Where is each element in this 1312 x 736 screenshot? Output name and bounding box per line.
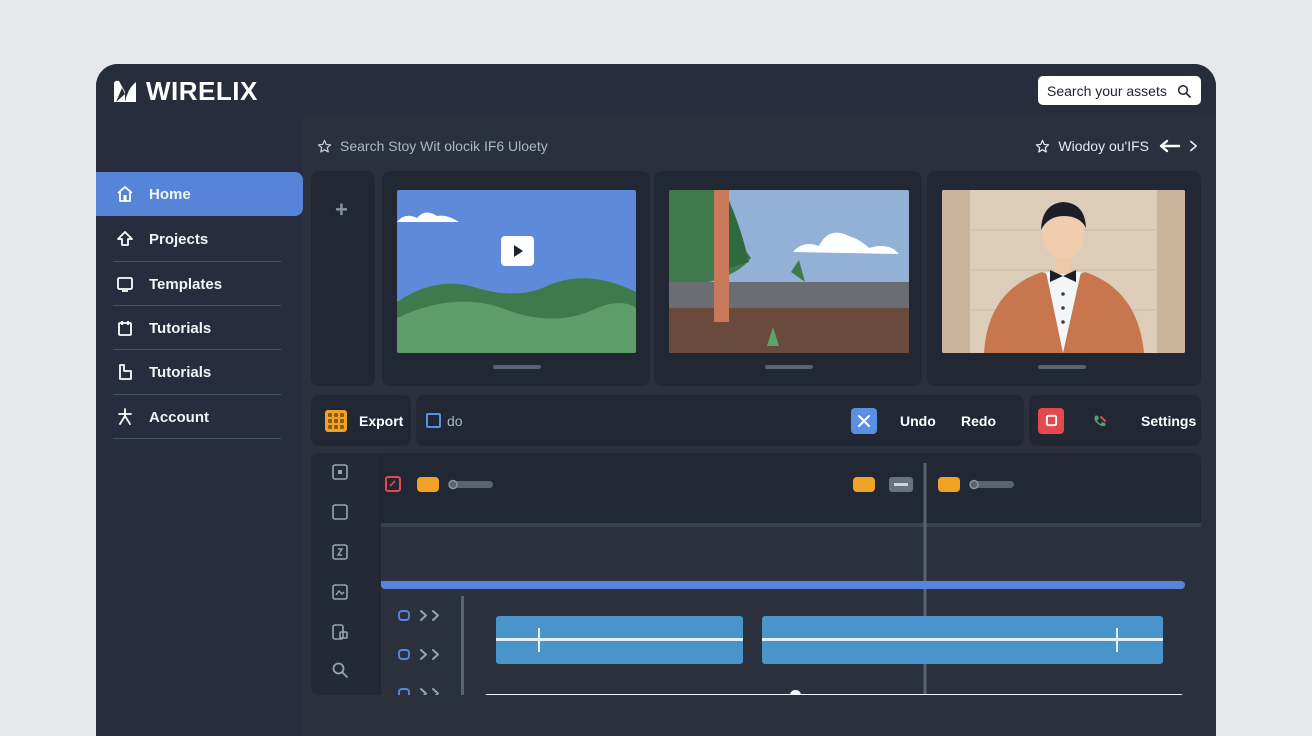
drag-handle[interactable]	[493, 365, 541, 369]
thumbnail-portrait	[942, 190, 1185, 353]
square-icon	[1038, 407, 1064, 434]
lock-icon[interactable]	[331, 623, 349, 641]
sidebar-item-tutorials-2[interactable]: Tutorials	[96, 350, 303, 394]
checkbox-label: do	[447, 412, 463, 429]
sidebar-item-label: Account	[149, 408, 209, 426]
phone-button[interactable]	[1092, 395, 1108, 446]
square-icon[interactable]	[331, 503, 349, 521]
edit-toolbar: do Undo Redo	[416, 395, 1024, 446]
breadcrumb-right[interactable]: Wiodoy ou'IFS	[1035, 138, 1198, 154]
image-icon[interactable]	[331, 583, 349, 601]
breadcrumb: Search Stoy Wit olocik IF6 Uloety Wiodoy…	[303, 116, 1216, 172]
search-icon[interactable]	[331, 661, 349, 679]
media-thumbnail[interactable]	[927, 171, 1201, 386]
drag-handle[interactable]	[1038, 365, 1086, 369]
layer-icon[interactable]	[331, 463, 349, 481]
app-window: WIRELIX Search your assets Home Projects	[96, 64, 1216, 736]
track-controls	[397, 609, 445, 695]
add-media-panel[interactable]: +	[311, 171, 375, 386]
search-icon	[1177, 84, 1191, 98]
thumbnail-landscape	[397, 190, 636, 353]
chevron-right-icon[interactable]	[1189, 139, 1198, 153]
upload-arrow-icon	[117, 231, 133, 246]
clip-waveline	[496, 638, 743, 641]
sidebar-item-projects[interactable]: Projects	[96, 217, 303, 261]
timeline-panel	[311, 453, 1201, 695]
plus-icon: +	[335, 197, 348, 222]
bookmark-icon	[119, 364, 132, 380]
do-checkbox[interactable]: do	[426, 395, 463, 446]
text-box-icon[interactable]	[331, 543, 349, 561]
export-group: Export	[311, 395, 411, 446]
breadcrumb-left-text: Search Stoy Wit olocik IF6 Uloety	[340, 138, 548, 154]
timeline-track-area	[381, 453, 1201, 695]
record-button[interactable]	[1038, 395, 1064, 446]
track-row-controls[interactable]	[397, 609, 445, 695]
settings-group: Settings	[1029, 395, 1201, 446]
checkbox-icon	[426, 413, 441, 428]
close-button[interactable]	[851, 395, 877, 446]
sidebar-item-label: Templates	[149, 275, 223, 293]
phone-icon	[1094, 415, 1106, 426]
settings-label: Settings	[1141, 412, 1197, 429]
sidebar-item-label: Tutorials	[149, 363, 212, 381]
export-label: Export	[359, 412, 404, 429]
portrait-image	[942, 190, 1185, 353]
thumbnail-forest	[669, 190, 909, 353]
clip-trim-handle[interactable]	[538, 628, 540, 652]
arrow-left-icon[interactable]	[1157, 138, 1181, 154]
divider	[113, 438, 281, 439]
media-thumbnail[interactable]	[382, 171, 650, 386]
play-button[interactable]	[501, 236, 534, 266]
video-clip[interactable]	[496, 616, 743, 664]
bottom-panel	[311, 705, 1201, 736]
video-clip[interactable]	[762, 616, 1163, 664]
clipboard-icon	[118, 321, 132, 336]
star-icon	[1036, 139, 1050, 153]
redo-button[interactable]: Redo	[961, 395, 996, 446]
sidebar-item-label: Projects	[149, 230, 209, 248]
clip-trim-handle[interactable]	[1116, 628, 1118, 652]
home-icon	[117, 186, 133, 202]
play-icon	[514, 245, 523, 257]
sidebar-item-label: Home	[149, 185, 191, 203]
logo: WIRELIX	[112, 78, 258, 104]
scrubber-handle[interactable]	[790, 690, 801, 695]
settings-button[interactable]: Settings	[1141, 395, 1196, 446]
person-star-icon	[118, 408, 132, 425]
drag-handle[interactable]	[765, 365, 813, 369]
logo-mark-icon	[114, 80, 136, 102]
sidebar: Home Projects Templates Tutorials Tutori…	[96, 116, 303, 736]
sidebar-item-account[interactable]: Account	[96, 395, 303, 439]
sidebar-item-templates[interactable]: Templates	[96, 262, 303, 306]
grid-icon	[325, 409, 347, 432]
sidebar-item-home[interactable]: Home	[96, 172, 303, 216]
landscape-image	[397, 190, 636, 353]
timeline-ruler-bar[interactable]	[381, 581, 1185, 589]
timeline-tool-column	[311, 453, 378, 695]
top-bar: WIRELIX Search your assets	[96, 64, 1216, 116]
close-icon	[851, 407, 877, 434]
breadcrumb-left[interactable]: Search Stoy Wit olocik IF6 Uloety	[317, 138, 548, 154]
forest-image	[669, 190, 909, 353]
logo-text: WIRELIX	[146, 76, 258, 106]
sidebar-item-tutorials[interactable]: Tutorials	[96, 306, 303, 350]
sidebar-item-label: Tutorials	[149, 319, 212, 337]
export-button[interactable]: Export	[325, 395, 403, 446]
clip-waveline	[762, 638, 1163, 641]
star-icon	[317, 139, 332, 153]
search-label: Search your assets	[1047, 82, 1167, 99]
monitor-icon	[117, 277, 133, 292]
search-assets-button[interactable]: Search your assets	[1038, 76, 1201, 105]
undo-label: Undo	[900, 412, 936, 429]
breadcrumb-right-text: Wiodoy ou'IFS	[1058, 138, 1149, 154]
media-thumbnail[interactable]	[654, 171, 922, 386]
undo-button[interactable]: Undo	[900, 395, 936, 446]
scrubber-track[interactable]	[484, 694, 1184, 695]
redo-label: Redo	[961, 412, 996, 429]
